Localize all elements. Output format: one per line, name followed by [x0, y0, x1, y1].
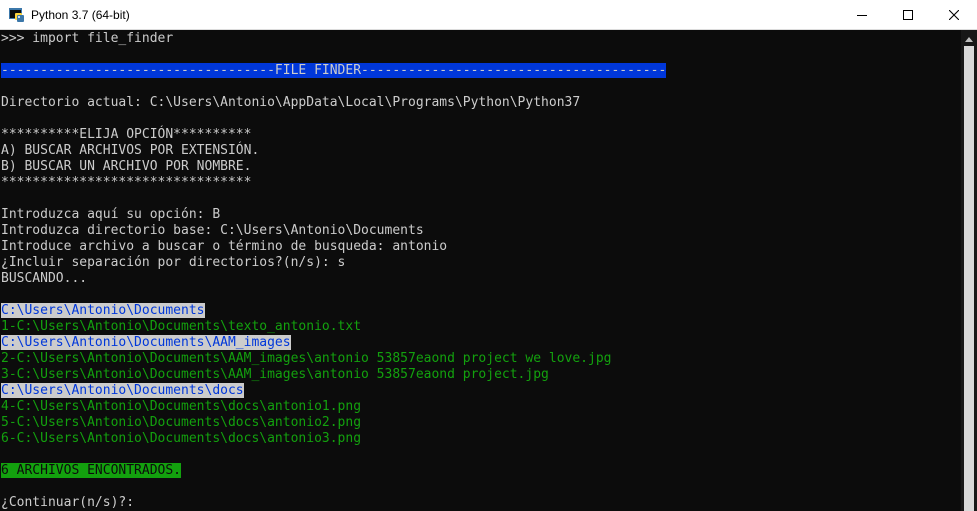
result-line: 5-C:\Users\Antonio\Documents\docs\antoni… [1, 415, 362, 430]
continue-prompt[interactable]: ¿Continuar(n/s)?: [1, 495, 134, 511]
result-line: 6-C:\Users\Antonio\Documents\docs\antoni… [1, 431, 362, 446]
console-line: ¿Incluir separación por directorios?(n/s… [1, 255, 346, 270]
console-window: Python 3.7 (64-bit) >>> import file_find… [0, 0, 977, 511]
console-line: **********ELIJA OPCIÓN********** [1, 127, 252, 142]
file-finder-header: -----------------------------------FILE … [1, 63, 667, 78]
maximize-button[interactable] [885, 0, 931, 30]
result-line: 4-C:\Users\Antonio\Documents\docs\antoni… [1, 399, 362, 414]
minimize-button[interactable] [839, 0, 885, 30]
result-line: 2-C:\Users\Antonio\Documents\AAM_images\… [1, 351, 612, 366]
vertical-scrollbar[interactable] [961, 30, 977, 511]
maximize-icon [903, 10, 913, 20]
console-output[interactable]: >>> import file_finder -----------------… [0, 30, 961, 511]
title-bar[interactable]: Python 3.7 (64-bit) [0, 0, 977, 30]
console-line-header: -----------------------------------FILE … [1, 63, 667, 79]
console-line: BUSCANDO... [1, 271, 88, 286]
console-line: B) BUSCAR UN ARCHIVO POR NOMBRE. [1, 159, 252, 174]
directory-header: C:\Users\Antonio\Documents\AAM_images [1, 335, 291, 350]
directory-header: C:\Users\Antonio\Documents\docs [1, 383, 244, 398]
result-line: 1-C:\Users\Antonio\Documents\texto_anton… [1, 319, 362, 334]
directory-header: C:\Users\Antonio\Documents [1, 303, 205, 318]
python-icon [9, 7, 25, 23]
console-line: Introduce archivo a buscar o término de … [1, 239, 448, 254]
window-title: Python 3.7 (64-bit) [31, 8, 130, 22]
scroll-thumb[interactable] [964, 46, 974, 511]
minimize-icon [857, 10, 867, 20]
close-icon [949, 10, 959, 20]
console-line: >>> import file_finder [1, 31, 174, 46]
result-line: 3-C:\Users\Antonio\Documents\AAM_images\… [1, 367, 549, 382]
scroll-up-arrow-icon [965, 29, 973, 47]
console-line: ******************************** [1, 175, 252, 190]
result-count: 6 ARCHIVOS ENCONTRADOS. [1, 463, 182, 478]
console-line: Directorio actual: C:\Users\Antonio\AppD… [1, 95, 581, 110]
scroll-up-button[interactable] [961, 30, 977, 46]
console-line: A) BUSCAR ARCHIVOS POR EXTENSIÓN. [1, 143, 260, 158]
console-line: Introduzca aquí su opción: B [1, 207, 221, 222]
console-line: Introduzca directorio base: C:\Users\Ant… [1, 223, 424, 238]
close-button[interactable] [931, 0, 977, 30]
